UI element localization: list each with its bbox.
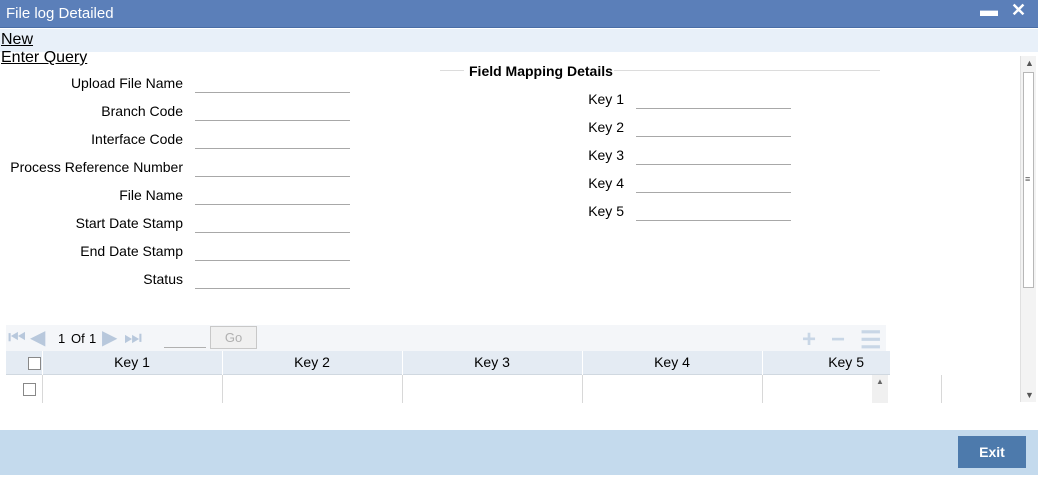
- mapping-key-2-label: Key 2: [588, 119, 624, 135]
- exit-button[interactable]: Exit: [958, 436, 1026, 468]
- status-input[interactable]: [195, 269, 350, 289]
- grid-header: Key 1 Key 2 Key 3 Key 4 Key 5: [6, 351, 890, 375]
- file-name-label: File Name: [119, 187, 183, 203]
- column-header-key-5[interactable]: Key 5: [762, 354, 874, 370]
- close-icon[interactable]: ✕: [1011, 0, 1026, 21]
- grid-pager: ⏮ ◀ 1 Of 1 ▶ ⏭ Go + − ☰: [6, 325, 886, 354]
- fieldset-border-left: [440, 70, 464, 71]
- total-pages: 1: [89, 331, 97, 346]
- select-all-checkbox[interactable]: [28, 357, 41, 370]
- new-link[interactable]: New: [1, 31, 33, 49]
- window-title: File log Detailed: [6, 5, 114, 22]
- cell-separator: [582, 375, 583, 403]
- interface-code-input[interactable]: [195, 129, 350, 149]
- last-page-icon[interactable]: ⏭: [124, 328, 142, 348]
- next-page-icon[interactable]: ▶: [102, 328, 117, 348]
- interface-code-label: Interface Code: [91, 131, 183, 147]
- status-label: Status: [143, 271, 183, 287]
- start-date-stamp-input[interactable]: [195, 213, 350, 233]
- process-reference-number-label: Process Reference Number: [10, 159, 183, 175]
- start-date-stamp-label: Start Date Stamp: [75, 215, 183, 231]
- branch-code-label: Branch Code: [101, 103, 183, 119]
- file-name-input[interactable]: [195, 185, 350, 205]
- mapping-key-2-input[interactable]: [636, 117, 791, 137]
- mapping-key-1-input[interactable]: [636, 89, 791, 109]
- column-header-key-3[interactable]: Key 3: [402, 354, 582, 370]
- upload-file-name-label: Upload File Name: [70, 75, 183, 91]
- mapping-key-3-label: Key 3: [588, 147, 624, 163]
- footer-bar: Exit: [0, 430, 1038, 475]
- mapping-key-4-input[interactable]: [636, 173, 791, 193]
- enter-query-link[interactable]: Enter Query: [1, 49, 87, 67]
- column-header-key-4[interactable]: Key 4: [582, 354, 762, 370]
- minimize-icon[interactable]: ▬: [980, 0, 998, 21]
- cell-separator: [941, 375, 942, 403]
- main-scrollbar[interactable]: ▲ ≡ ▼: [1020, 56, 1036, 402]
- scroll-down-icon[interactable]: ▼: [1025, 390, 1034, 400]
- mapping-key-5-label: Key 5: [588, 203, 624, 219]
- title-bar: File log Detailed ▬ ✕: [0, 0, 1038, 28]
- page-number-input[interactable]: [164, 332, 206, 348]
- row-checkbox[interactable]: [23, 383, 36, 396]
- cell-separator: [222, 375, 223, 403]
- field-mapping-legend: Field Mapping Details: [469, 63, 613, 79]
- column-header-key-2[interactable]: Key 2: [222, 354, 402, 370]
- upload-file-name-input[interactable]: [195, 73, 350, 93]
- mapping-key-5-input[interactable]: [636, 201, 791, 221]
- previous-page-icon[interactable]: ◀: [30, 328, 45, 348]
- current-page: 1: [58, 331, 66, 346]
- scroll-up-icon[interactable]: ▲: [1025, 58, 1034, 68]
- mapping-key-3-input[interactable]: [636, 145, 791, 165]
- process-reference-number-input[interactable]: [195, 157, 350, 177]
- end-date-stamp-label: End Date Stamp: [80, 243, 183, 259]
- grid-scrollbar[interactable]: ▲: [872, 375, 888, 403]
- scroll-grip-icon: ≡: [1025, 174, 1031, 184]
- of-label: Of: [71, 331, 85, 346]
- grid-scroll-up-icon[interactable]: ▲: [876, 377, 884, 386]
- fieldset-border-right: [614, 70, 880, 71]
- add-row-icon[interactable]: +: [802, 326, 816, 354]
- first-page-icon[interactable]: ⏮: [8, 328, 26, 348]
- mapping-key-4-label: Key 4: [588, 175, 624, 191]
- go-button[interactable]: Go: [210, 326, 257, 349]
- column-header-key-1[interactable]: Key 1: [42, 354, 222, 370]
- cell-separator: [762, 375, 763, 403]
- table-row[interactable]: [6, 375, 942, 403]
- toolbar: [0, 29, 1038, 52]
- cell-separator: [42, 375, 43, 403]
- cell-separator: [402, 375, 403, 403]
- branch-code-input[interactable]: [195, 101, 350, 121]
- delete-row-icon[interactable]: −: [831, 326, 845, 354]
- mapping-key-1-label: Key 1: [588, 91, 624, 107]
- end-date-stamp-input[interactable]: [195, 241, 350, 261]
